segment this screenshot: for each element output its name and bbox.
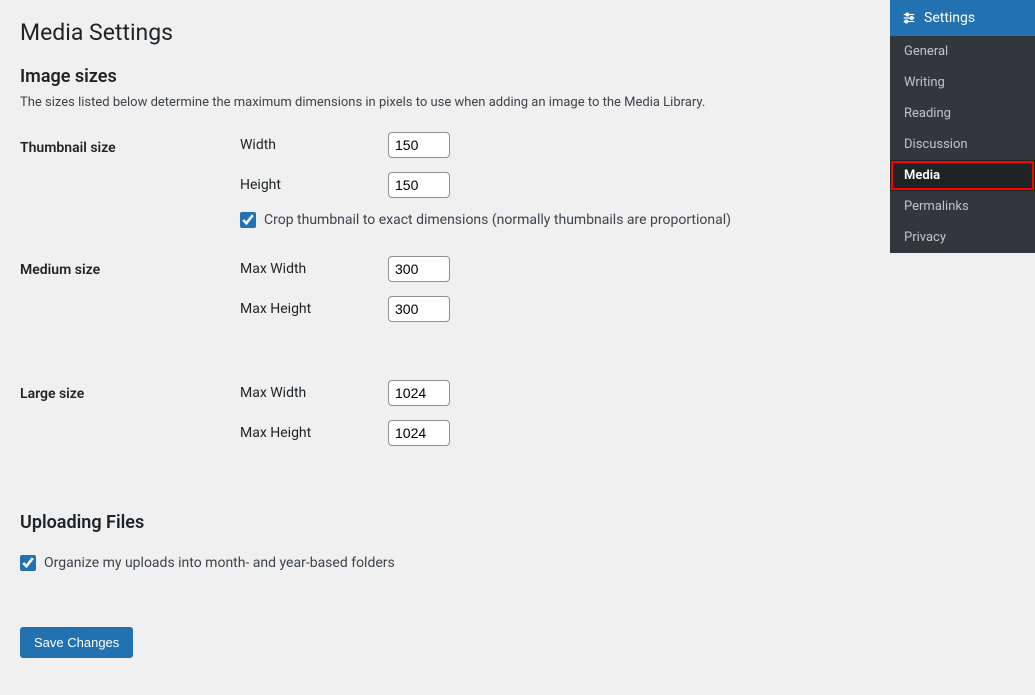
sidebar-item-reading[interactable]: Reading: [890, 98, 1035, 129]
organize-uploads-label: Organize my uploads into month- and year…: [44, 555, 395, 571]
section-uploading-files: Uploading Files: [20, 512, 855, 533]
page-title: Media Settings: [20, 18, 855, 48]
sidebar-item-discussion[interactable]: Discussion: [890, 129, 1035, 160]
save-button[interactable]: Save Changes: [20, 627, 133, 658]
medium-max-width-label: Max Width: [240, 261, 388, 277]
thumbnail-crop-label: Crop thumbnail to exact dimensions (norm…: [264, 212, 731, 228]
sidebar-item-permalinks[interactable]: Permalinks: [890, 191, 1035, 222]
sidebar-item-general[interactable]: General: [890, 36, 1035, 67]
large-max-height-input[interactable]: [388, 420, 450, 446]
medium-row-label: Medium size: [20, 228, 240, 336]
sidebar-item-media[interactable]: Media: [890, 160, 1035, 191]
sidebar-header-label: Settings: [924, 10, 975, 26]
thumbnail-height-input[interactable]: [388, 172, 450, 198]
medium-max-height-label: Max Height: [240, 301, 388, 317]
large-max-width-input[interactable]: [388, 380, 450, 406]
main-content: Media Settings Image sizes The sizes lis…: [0, 0, 875, 678]
thumbnail-width-input[interactable]: [388, 132, 450, 158]
medium-max-width-input[interactable]: [388, 256, 450, 282]
large-max-width-label: Max Width: [240, 385, 388, 401]
image-sizes-description: The sizes listed below determine the max…: [20, 95, 855, 110]
thumbnail-crop-checkbox[interactable]: [240, 212, 256, 228]
thumbnail-width-label: Width: [240, 137, 388, 153]
large-row-label: Large size: [20, 336, 240, 460]
sidebar-item-writing[interactable]: Writing: [890, 67, 1035, 98]
sidebar-item-privacy[interactable]: Privacy: [890, 222, 1035, 253]
sidebar: Settings General Writing Reading Discuss…: [890, 0, 1035, 253]
medium-max-height-input[interactable]: [388, 296, 450, 322]
thumbnail-height-label: Height: [240, 177, 388, 193]
thumbnail-row-label: Thumbnail size: [20, 120, 240, 228]
section-image-sizes: Image sizes: [20, 66, 855, 87]
settings-slider-icon: [902, 11, 916, 25]
sidebar-header[interactable]: Settings: [890, 0, 1035, 36]
large-max-height-label: Max Height: [240, 425, 388, 441]
image-sizes-table: Thumbnail size Width Height Crop thumbna…: [20, 120, 855, 460]
organize-uploads-checkbox[interactable]: [20, 555, 36, 571]
